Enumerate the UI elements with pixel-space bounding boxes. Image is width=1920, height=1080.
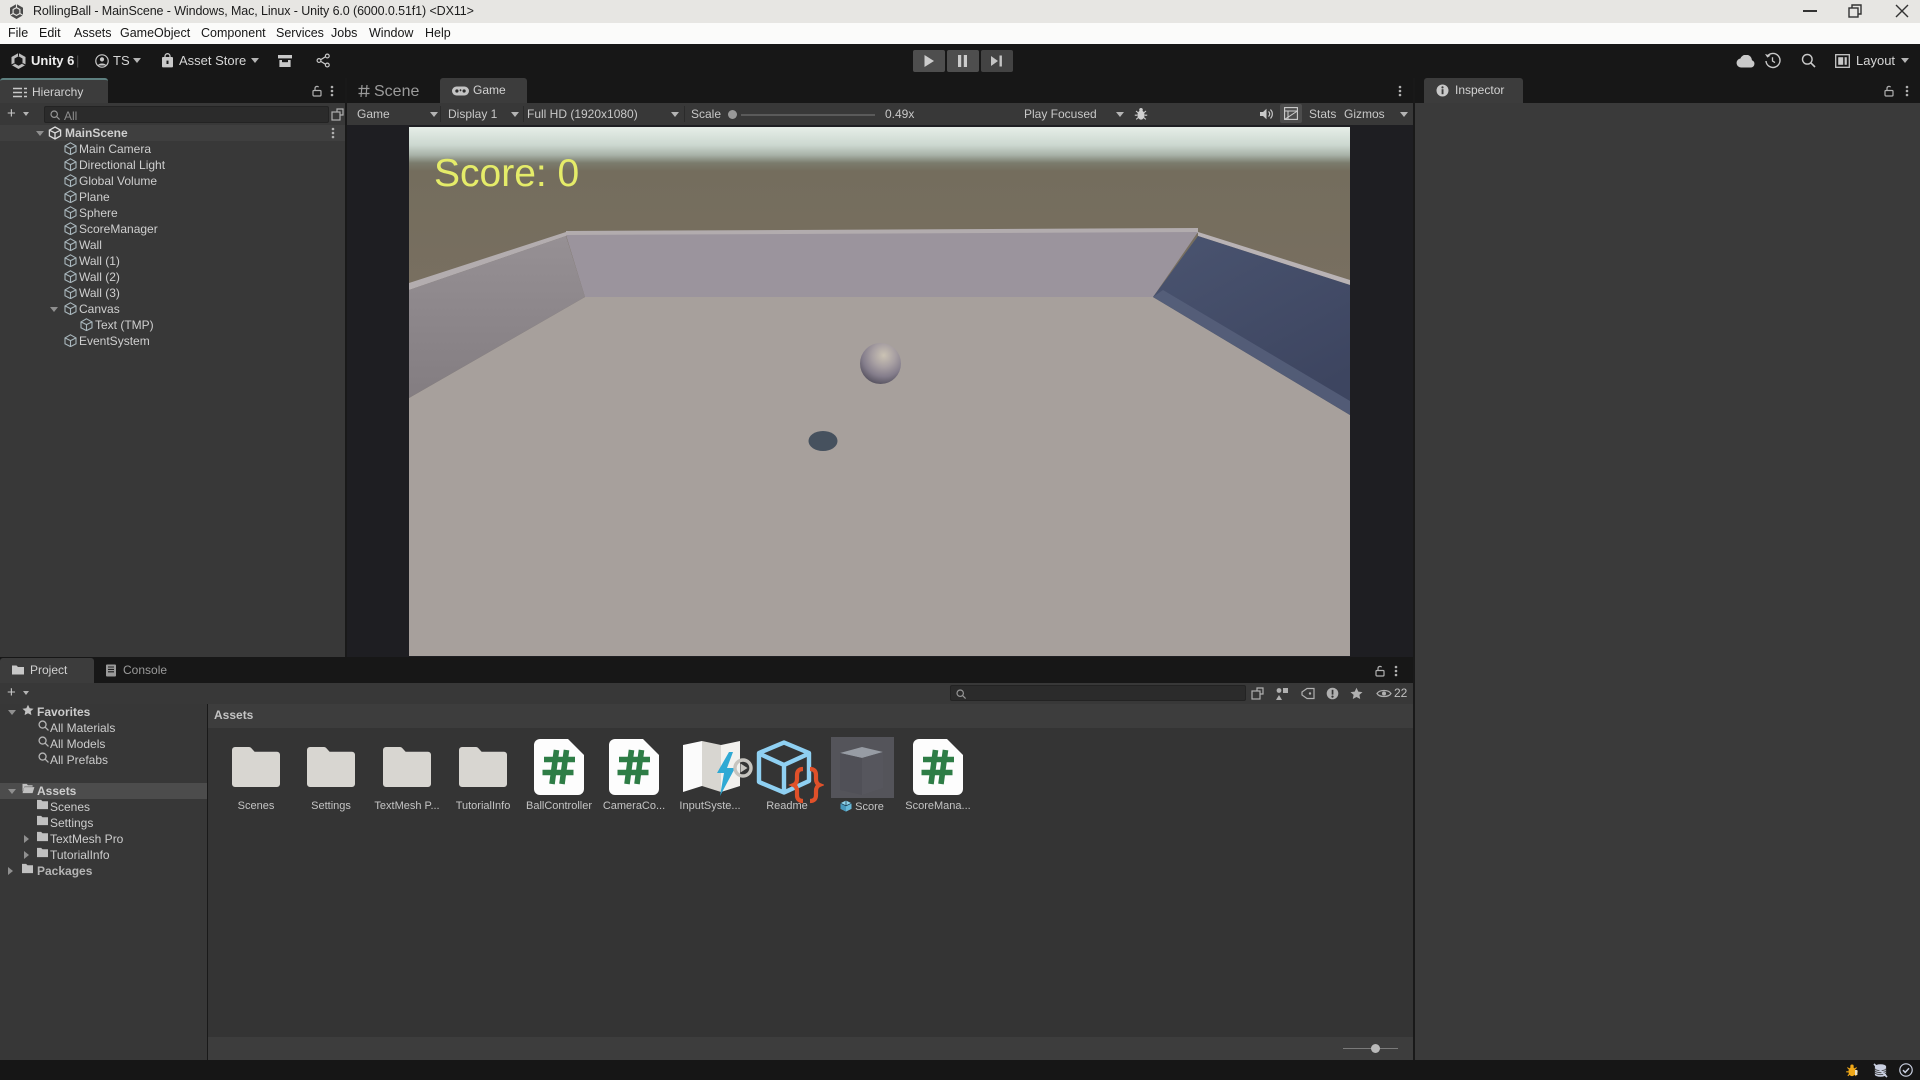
svg-text:Score: 0: Score: 0 [434, 152, 579, 195]
